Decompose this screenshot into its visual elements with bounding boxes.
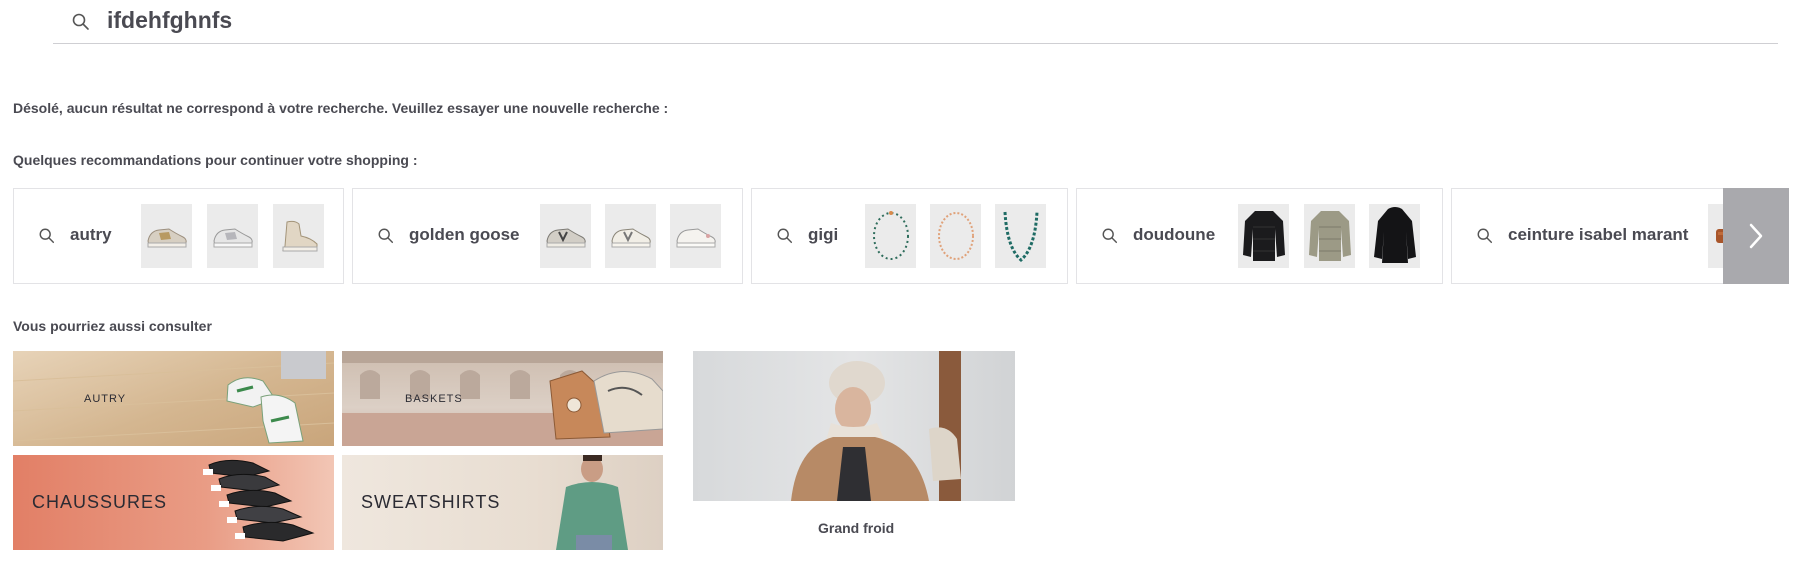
carousel-next-button[interactable] <box>1723 188 1789 284</box>
recommendation-chip-autry[interactable]: autry <box>13 188 344 284</box>
chevron-right-icon <box>1749 223 1763 249</box>
sneakers-image <box>13 351 334 444</box>
recommendation-term: autry <box>70 225 112 244</box>
category-label: SWEATSHIRTS <box>361 492 501 512</box>
search-input[interactable] <box>107 2 1007 38</box>
product-thumbnail[interactable] <box>1304 204 1355 268</box>
search-icon <box>39 228 55 244</box>
feature-label: Grand froid <box>818 520 895 536</box>
category-label: CHAUSSURES <box>32 492 168 512</box>
category-tile-chaussures[interactable]: CHAUSSURES <box>13 455 334 550</box>
recommendations-heading: Quelques recommandations pour continuer … <box>13 152 418 168</box>
also-see-heading: Vous pourriez aussi consulter <box>13 318 212 334</box>
search-icon <box>1477 228 1493 244</box>
recommendation-term: doudoune <box>1133 225 1216 244</box>
product-thumbnail[interactable] <box>1369 204 1420 268</box>
product-thumbnail[interactable] <box>141 204 192 268</box>
recommendation-chip-golden-goose[interactable]: golden goose <box>352 188 743 284</box>
product-thumbnail[interactable] <box>670 204 721 268</box>
feature-tile-grand-froid[interactable] <box>693 351 1015 501</box>
no-results-message: Désolé, aucun résultat ne correspond à v… <box>13 100 669 116</box>
product-thumbnail[interactable] <box>1238 204 1289 268</box>
category-tile-baskets[interactable]: BASKETS <box>342 351 663 446</box>
search-icon <box>1102 228 1118 244</box>
recommendation-term: golden goose <box>409 225 520 244</box>
product-thumbnail[interactable] <box>930 204 981 268</box>
category-tile-autry[interactable]: AUTRY <box>13 351 334 446</box>
product-thumbnail[interactable] <box>995 204 1046 268</box>
recommendations-carousel: autry golden goose gigi doudoune ceintur… <box>13 188 1789 284</box>
search-bar <box>53 0 1778 44</box>
recommendation-term: ceinture isabel marant <box>1508 225 1689 244</box>
winter-coat-image <box>791 351 961 501</box>
recommendation-chip-doudoune[interactable]: doudoune <box>1076 188 1443 284</box>
product-thumbnail[interactable] <box>605 204 656 268</box>
category-label: AUTRY <box>84 393 127 405</box>
recommendation-term: gigi <box>808 225 839 244</box>
sneakers-image <box>342 351 663 446</box>
product-thumbnail[interactable] <box>865 204 916 268</box>
search-icon <box>777 228 793 244</box>
product-thumbnail[interactable] <box>207 204 258 268</box>
search-icon <box>378 228 394 244</box>
product-thumbnail[interactable] <box>273 204 324 268</box>
category-label: BASKETS <box>405 393 463 405</box>
search-icon[interactable] <box>71 12 91 32</box>
product-thumbnail[interactable] <box>540 204 591 268</box>
category-tile-sweatshirts[interactable]: SWEATSHIRTS <box>342 455 663 550</box>
recommendation-chip-gigi[interactable]: gigi <box>751 188 1068 284</box>
